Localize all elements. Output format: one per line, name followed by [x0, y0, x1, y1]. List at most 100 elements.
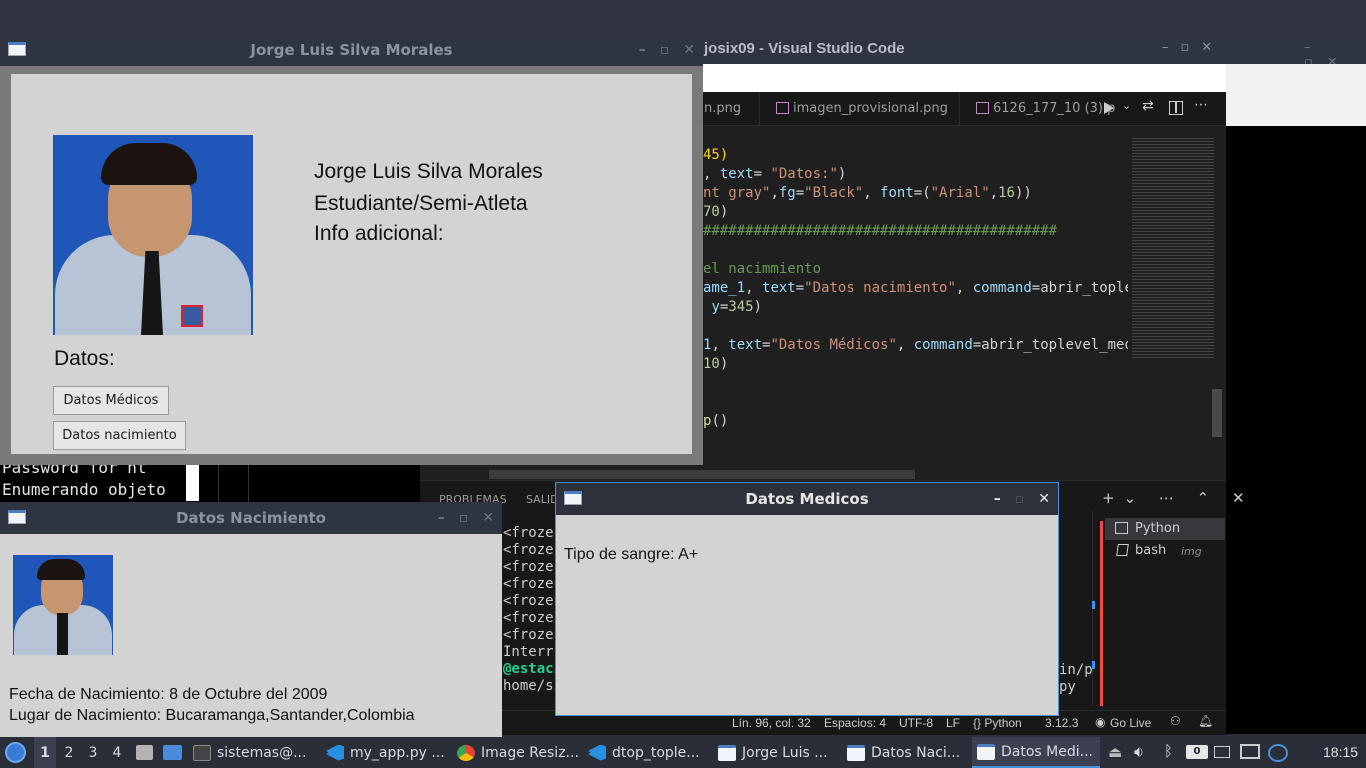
close-icon[interactable]: ✕ [482, 510, 494, 526]
close-icon[interactable]: ✕ [683, 42, 695, 58]
image-file-icon [976, 102, 989, 114]
compare-icon[interactable]: ⇄ [1142, 98, 1154, 114]
task-label: Datos Medi... [1001, 743, 1093, 760]
terminal-line: <frozen [503, 542, 563, 558]
terminal-line: <frozen [503, 559, 563, 575]
editor-tab[interactable]: imagen_provisional.png [760, 92, 960, 126]
profile-info: Info adicional: [314, 222, 444, 245]
terminal-hint: img [1181, 545, 1202, 558]
maximize-icon[interactable]: ▫ [459, 510, 469, 526]
code-line[interactable] [703, 394, 1128, 413]
panel-tab-output[interactable]: SALID [526, 493, 559, 506]
run-icon[interactable] [1104, 102, 1114, 114]
terminal-name: Python [1135, 521, 1181, 536]
minimize-icon[interactable]: – [438, 510, 445, 526]
status-spaces[interactable]: Espacios: 4 [824, 716, 886, 730]
network-icon[interactable] [1268, 744, 1288, 762]
terminal-line: <frozen [503, 525, 563, 541]
status-golive[interactable]: Go Live [1110, 716, 1151, 730]
profile-role: Estudiante/Semi-Atleta [314, 192, 528, 215]
window-icon [8, 510, 26, 524]
task-medicos-window[interactable]: Datos Medi... [972, 737, 1100, 768]
code-line[interactable]: p() [703, 413, 1128, 432]
minimize-icon[interactable]: – [639, 42, 646, 58]
close-icon[interactable]: ✕ [1038, 491, 1050, 507]
file-manager-icon[interactable] [136, 745, 153, 760]
code-line[interactable] [703, 318, 1128, 337]
image-file-icon [776, 102, 789, 114]
task-vscode-desktop[interactable]: dtop_tople... [588, 737, 713, 768]
bluetooth-icon[interactable]: ᛒ [1164, 742, 1173, 760]
editor-tab[interactable]: n.png [704, 92, 760, 126]
task-nacimiento-window[interactable]: Datos Naci... [847, 737, 972, 768]
window-icon [847, 744, 865, 761]
maximize-icon[interactable]: ▫ [1015, 491, 1025, 507]
maximize-icon[interactable]: ▫ [660, 42, 670, 58]
workspace-3[interactable]: 3 [82, 737, 104, 768]
tab-label: 6126_177_10 (3).p [993, 101, 1116, 116]
task-jorge-window[interactable]: Jorge Luis ... [718, 737, 843, 768]
split-editor-icon[interactable] [1169, 101, 1183, 115]
terminal-item-python[interactable]: Python [1105, 518, 1225, 540]
status-python-version[interactable]: 3.12.3 [1045, 716, 1078, 730]
editor-scrollbar[interactable] [1212, 389, 1222, 437]
task-label: Image Resiz... [481, 744, 579, 761]
code-line[interactable]: ame_1, text="Datos nacimiento", command=… [703, 280, 1128, 299]
status-language[interactable]: {} Python [973, 716, 1022, 730]
code-line[interactable]: 1, text="Datos Médicos", command=abrir_t… [703, 337, 1128, 356]
keyboard-icon[interactable] [1214, 746, 1230, 758]
window-controls[interactable]: – ▫ ✕ [639, 34, 695, 66]
code-line[interactable]: , text= "Datos:") [703, 166, 1128, 185]
workspace-2[interactable]: 2 [58, 737, 80, 768]
status-encoding[interactable]: UTF-8 [899, 716, 933, 730]
chrome-icon [457, 744, 475, 761]
main-window: Jorge Luis Silva Morales – ▫ ✕ Jorge Luis … [0, 34, 703, 465]
vscode-window-controls[interactable]: –▫✕ [1162, 40, 1224, 55]
window-icon [718, 744, 736, 761]
code-line[interactable] [703, 242, 1128, 261]
window-controls[interactable]: – ▫ ✕ [994, 483, 1050, 515]
app-menu-icon[interactable] [5, 742, 26, 763]
code-line[interactable]: 70) [703, 204, 1128, 223]
show-desktop-icon[interactable] [163, 745, 182, 760]
more-actions-icon[interactable]: ⋯ [1194, 97, 1208, 113]
window-icon [977, 743, 995, 760]
eject-icon[interactable]: ⏏ [1108, 743, 1122, 761]
code-line[interactable] [703, 375, 1128, 394]
display-icon[interactable] [1240, 744, 1260, 759]
datos-nacimiento-button[interactable]: Datos nacimiento [53, 421, 186, 450]
panel-actions[interactable]: +⌄ ⋯ ⌃ ✕ [1102, 489, 1254, 507]
status-eol[interactable]: LF [946, 716, 960, 730]
datos-label: Datos: [54, 347, 115, 370]
minimize-icon[interactable]: – [994, 491, 1001, 507]
main-window-titlebar[interactable]: Jorge Luis Silva Morales – ▫ ✕ [0, 34, 703, 66]
nacimiento-window-titlebar[interactable]: Datos Nacimiento – ▫ ✕ [0, 502, 502, 534]
code-line[interactable]: ########################################… [703, 223, 1128, 242]
volume-icon[interactable]: 🔉︎ [1134, 742, 1144, 762]
medicos-window-titlebar[interactable]: Datos Medicos – ▫ ✕ [556, 483, 1058, 515]
notifications-icon[interactable]: 🔔︎ [1198, 714, 1213, 728]
status-position[interactable]: Lín. 96, col. 32 [732, 716, 811, 730]
workspace-4[interactable]: 4 [106, 737, 128, 768]
battery-icon[interactable]: 0 [1186, 745, 1208, 759]
nacimiento-window: Datos Nacimiento – ▫ ✕ Fecha de Nacimiento… [0, 502, 502, 737]
medicos-window: Datos Medicos – ▫ ✕ Tipo de sangre: A+ [555, 482, 1059, 716]
editor-tab[interactable]: 6126_177_10 (3).p [960, 92, 1115, 126]
minimap[interactable] [1132, 138, 1214, 358]
code-line[interactable]: 10) [703, 356, 1128, 375]
datos-medicos-button[interactable]: Datos Médicos [53, 386, 169, 415]
task-vscode-myapp[interactable]: my_app.py ... [326, 737, 451, 768]
terminal-item-bash[interactable]: bash img [1105, 540, 1225, 562]
workspace-1[interactable]: 1 [34, 737, 56, 768]
profile-name: Jorge Luis Silva Morales [314, 160, 543, 183]
editor-horizontal-scrollbar[interactable] [489, 470, 915, 479]
code-line[interactable]: el nacimmiento [703, 261, 1128, 280]
chevron-down-icon[interactable]: ⌄ [1122, 99, 1131, 112]
code-line[interactable]: nt gray",fg="Black", font=("Arial",16)) [703, 185, 1128, 204]
accounts-icon[interactable]: ⚇ [1170, 714, 1181, 728]
code-line[interactable]: y=345) [703, 299, 1128, 318]
task-terminal[interactable]: sistemas@... [193, 737, 318, 768]
window-controls[interactable]: – ▫ ✕ [438, 502, 494, 534]
task-chrome[interactable]: Image Resiz... [457, 737, 582, 768]
code-line[interactable]: 45) [703, 147, 1128, 166]
